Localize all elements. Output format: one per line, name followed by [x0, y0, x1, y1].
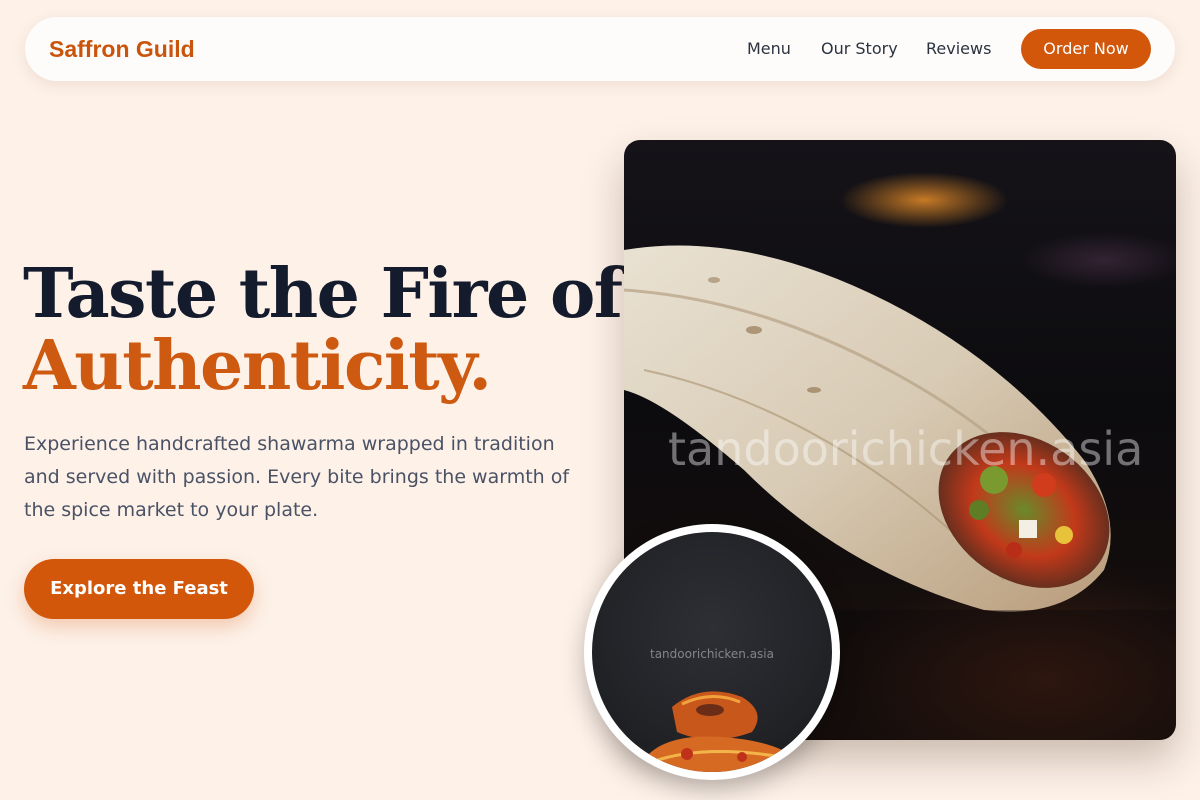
wrap-thumbnail-photo: tandoorichicken.asia	[592, 532, 832, 772]
hero-headline-line2: Authenticity.	[23, 326, 492, 406]
thumbnail-watermark: tandoorichicken.asia	[650, 647, 774, 661]
nav-link-our-story[interactable]: Our Story	[821, 17, 898, 81]
brand-logo[interactable]: Saffron Guild	[49, 17, 195, 81]
nav-link-reviews[interactable]: Reviews	[926, 17, 991, 81]
hero-headline-line1: Taste the Fire of	[23, 254, 623, 334]
nav-link-menu[interactable]: Menu	[747, 17, 791, 81]
wrap-thumbnail-image: tandoorichicken.asia	[584, 524, 840, 780]
image-watermark: tandoorichicken.asia	[668, 422, 1144, 476]
hero-description: Experience handcrafted shawarma wrapped …	[24, 433, 570, 521]
explore-feast-button[interactable]: Explore the Feast	[24, 559, 254, 619]
hero-headline: Taste the Fire of Authenticity.	[23, 254, 623, 406]
top-navbar: Saffron Guild Menu Our Story Reviews Ord…	[25, 17, 1175, 81]
order-now-button[interactable]: Order Now	[1021, 29, 1151, 69]
